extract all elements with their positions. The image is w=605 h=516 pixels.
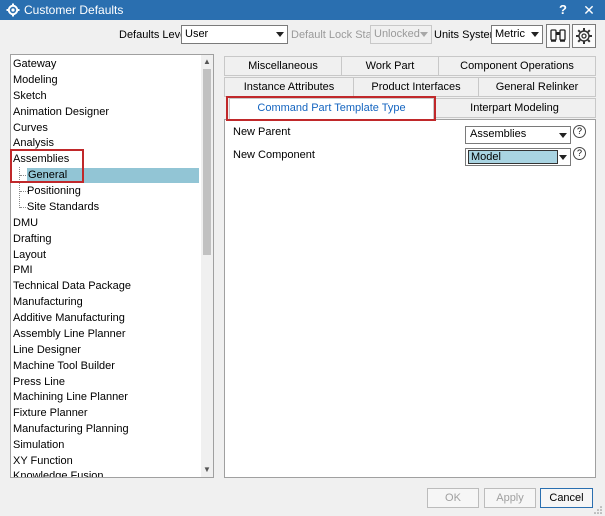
ok-button[interactable]: OK bbox=[427, 488, 479, 508]
settings-button[interactable] bbox=[572, 24, 596, 48]
tree-item-technical-data-package[interactable]: Technical Data Package bbox=[13, 279, 131, 294]
tree-scrollbar[interactable]: ▲ ▼ bbox=[201, 55, 213, 477]
tree-item-additive-manufacturing[interactable]: Additive Manufacturing bbox=[13, 311, 125, 326]
tree-item-press-line[interactable]: Press Line bbox=[13, 375, 65, 390]
highlight-box-tab bbox=[226, 96, 436, 121]
gear-icon bbox=[576, 28, 592, 44]
tree-item-animation-designer[interactable]: Animation Designer bbox=[13, 105, 109, 120]
apply-button[interactable]: Apply bbox=[484, 488, 536, 508]
settings-panel: New Parent Assemblies ? New Component Mo… bbox=[224, 119, 596, 478]
tab-work-part[interactable]: Work Part bbox=[341, 56, 439, 76]
lock-state-value: Unlocked bbox=[374, 28, 420, 40]
chevron-down-icon bbox=[420, 32, 428, 37]
scroll-thumb[interactable] bbox=[203, 69, 211, 255]
tab-interpart-modeling[interactable]: Interpart Modeling bbox=[433, 98, 596, 118]
tree-item-gateway[interactable]: Gateway bbox=[13, 57, 56, 72]
units-system-value: Metric bbox=[495, 28, 525, 40]
gear-icon bbox=[6, 3, 20, 17]
tree-item-drafting[interactable]: Drafting bbox=[13, 232, 52, 247]
cancel-button[interactable]: Cancel bbox=[540, 488, 593, 508]
tree-item-dmu[interactable]: DMU bbox=[13, 216, 38, 231]
chevron-down-icon[interactable]: ▼ bbox=[202, 465, 212, 475]
tree-item-assembly-line-planner[interactable]: Assembly Line Planner bbox=[13, 327, 126, 342]
toolbar: Defaults Level User Default Lock State U… bbox=[0, 20, 605, 54]
tree-item-site-standards[interactable]: Site Standards bbox=[27, 200, 99, 215]
resize-grip-icon[interactable] bbox=[594, 506, 602, 514]
lock-state-label: Default Lock State bbox=[291, 29, 381, 41]
highlight-box-tree bbox=[10, 149, 84, 183]
help-icon[interactable]: ? bbox=[573, 125, 586, 138]
defaults-level-value: User bbox=[185, 28, 209, 40]
new-component-label: New Component bbox=[233, 149, 315, 161]
new-component-select[interactable]: Model bbox=[465, 148, 571, 166]
chevron-down-icon bbox=[559, 155, 567, 160]
close-button[interactable]: ✕ bbox=[580, 2, 598, 18]
chevron-down-icon bbox=[276, 32, 284, 37]
tree-item-modeling[interactable]: Modeling bbox=[13, 73, 58, 88]
tree-item-sketch[interactable]: Sketch bbox=[13, 89, 47, 104]
help-icon[interactable]: ? bbox=[573, 147, 586, 160]
new-parent-select[interactable]: Assemblies bbox=[465, 126, 571, 144]
binoculars-icon bbox=[550, 29, 566, 42]
title-bar: Customer Defaults ? ✕ bbox=[0, 0, 605, 20]
chevron-down-icon bbox=[531, 32, 539, 37]
category-tree[interactable]: Gateway Modeling Sketch Animation Design… bbox=[10, 54, 214, 478]
window-title: Customer Defaults bbox=[24, 3, 124, 17]
tree-item-simulation[interactable]: Simulation bbox=[13, 438, 64, 453]
tree-item-positioning[interactable]: Positioning bbox=[27, 184, 81, 199]
help-button[interactable]: ? bbox=[554, 2, 572, 18]
chevron-down-icon bbox=[559, 133, 567, 138]
new-parent-label: New Parent bbox=[233, 126, 291, 138]
tree-item-manufacturing-planning[interactable]: Manufacturing Planning bbox=[13, 422, 129, 437]
defaults-level-label: Defaults Level bbox=[119, 29, 189, 41]
tab-general-relinker[interactable]: General Relinker bbox=[478, 77, 596, 97]
units-system-select[interactable]: Metric bbox=[491, 25, 543, 44]
tree-item-xy-function[interactable]: XY Function bbox=[13, 454, 73, 469]
tree-item-manufacturing[interactable]: Manufacturing bbox=[13, 295, 83, 310]
tree-item-fixture-planner[interactable]: Fixture Planner bbox=[13, 406, 88, 421]
chevron-up-icon[interactable]: ▲ bbox=[202, 57, 212, 67]
tab-product-interfaces[interactable]: Product Interfaces bbox=[353, 77, 479, 97]
defaults-level-select[interactable]: User bbox=[181, 25, 288, 44]
tab-instance-attributes[interactable]: Instance Attributes bbox=[224, 77, 354, 97]
tree-item-line-designer[interactable]: Line Designer bbox=[13, 343, 81, 358]
tree-item-layout[interactable]: Layout bbox=[13, 248, 46, 263]
tree-item-curves[interactable]: Curves bbox=[13, 121, 48, 136]
lock-state-select[interactable]: Unlocked bbox=[370, 25, 432, 44]
tree-item-machine-tool-builder[interactable]: Machine Tool Builder bbox=[13, 359, 115, 374]
find-button[interactable] bbox=[546, 24, 570, 48]
tree-item-knowledge-fusion[interactable]: Knowledge Fusion bbox=[13, 469, 104, 477]
tab-miscellaneous[interactable]: Miscellaneous bbox=[224, 56, 342, 76]
new-component-value: Model bbox=[468, 150, 558, 164]
tree-item-machining-line-planner[interactable]: Machining Line Planner bbox=[13, 390, 128, 405]
units-system-label: Units System bbox=[434, 29, 499, 41]
new-parent-value: Assemblies bbox=[470, 128, 527, 140]
tree-item-pmi[interactable]: PMI bbox=[13, 263, 33, 278]
tab-component-operations[interactable]: Component Operations bbox=[438, 56, 596, 76]
